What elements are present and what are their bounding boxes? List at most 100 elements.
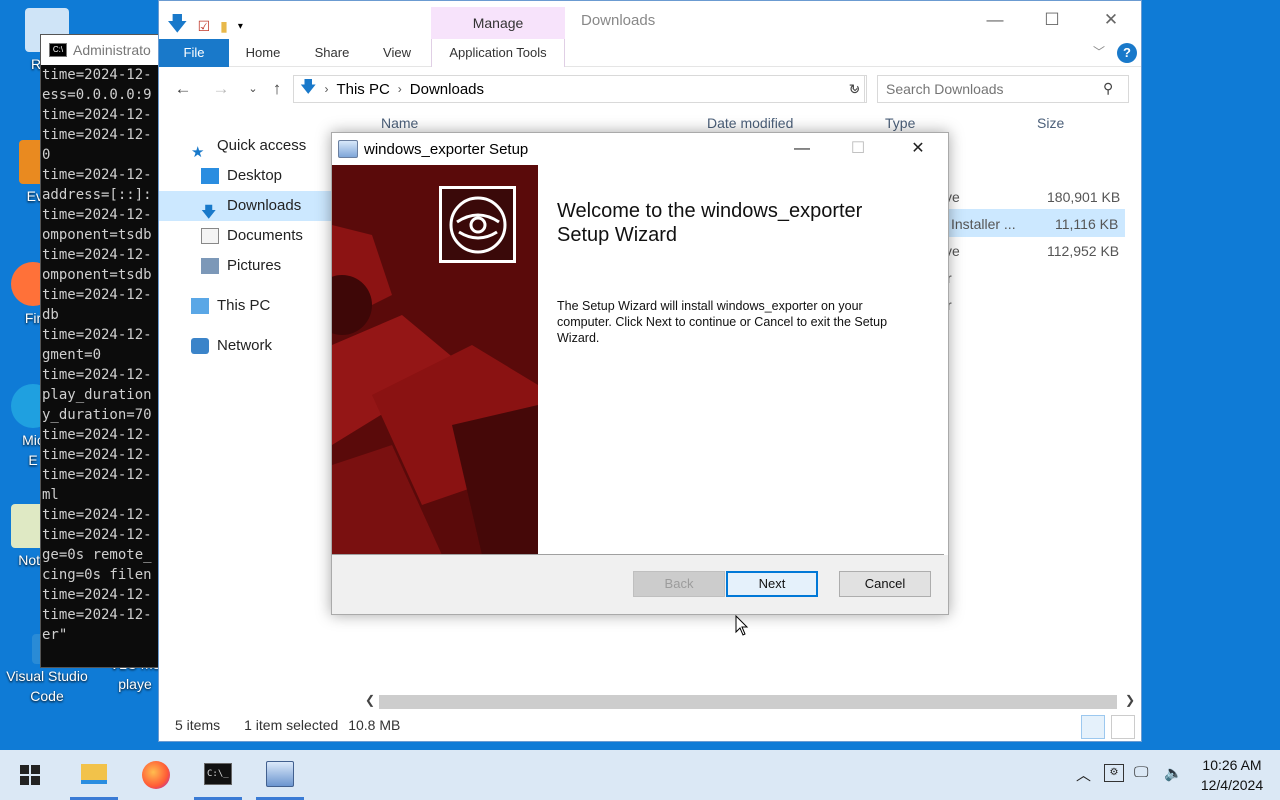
nav-label: Desktop <box>227 167 283 184</box>
wizard-description: The Setup Wizard will install windows_ex… <box>557 299 888 345</box>
properties-icon[interactable]: ☑ <box>198 18 211 35</box>
windows-logo-icon <box>20 765 40 785</box>
recent-locations-icon[interactable]: ⌄ <box>241 77 265 101</box>
taskbar-firefox[interactable] <box>132 750 180 800</box>
download-arrow-icon: 🡇 <box>201 204 217 221</box>
scroll-right-icon[interactable]: ❯ <box>1125 693 1135 707</box>
network-icon[interactable]: 🖵 <box>1134 764 1148 781</box>
next-button[interactable]: Next <box>726 571 818 597</box>
disc-logo <box>439 186 516 263</box>
console-icon: C:\ <box>49 43 67 57</box>
computer-icon <box>191 298 209 314</box>
console-title: Administrato <box>73 42 151 58</box>
column-header-type[interactable]: Type <box>885 115 915 131</box>
status-selection: 1 item selected 10.8 MB <box>244 717 400 733</box>
status-selected: 1 item selected <box>244 717 339 733</box>
nav-desktop[interactable]: Desktop <box>201 161 282 191</box>
wizard-banner <box>332 165 538 555</box>
taskbar-file-explorer[interactable] <box>70 750 118 800</box>
back-button: Back <box>633 571 725 597</box>
expand-ribbon-icon[interactable]: ﹀ <box>1093 43 1105 60</box>
network-icon <box>191 338 209 354</box>
nav-label: Network <box>217 337 273 354</box>
star-icon: ★ <box>191 144 205 161</box>
column-header-size[interactable]: Size <box>1037 115 1064 131</box>
new-folder-icon[interactable]: ▮ <box>220 18 228 35</box>
installer-icon <box>266 760 294 787</box>
dialog-close-button[interactable]: ✕ <box>898 137 938 161</box>
tray-app-icon[interactable]: ⚙ <box>1104 764 1124 782</box>
nav-this-pc[interactable]: This PC <box>191 291 270 321</box>
file-size-cell: 11,116 KB <box>1055 216 1119 232</box>
download-arrow-icon[interactable]: 🡇 <box>167 9 188 43</box>
dialog-minimize-button[interactable]: — <box>782 137 822 161</box>
dialog-title: windows_exporter Setup <box>364 140 529 158</box>
nav-quick-access[interactable]: ★ Quick access <box>191 131 306 161</box>
forward-arrow-icon[interactable]: → <box>209 77 233 101</box>
help-icon[interactable]: ? <box>1117 43 1137 63</box>
clock-time: 10:26 AM <box>1202 757 1262 773</box>
installer-icon <box>338 140 358 158</box>
back-arrow-icon[interactable]: ← <box>171 77 195 101</box>
chevron-right-icon: › <box>324 82 329 96</box>
clock[interactable]: 10:26 AM 12/4/2024 <box>1196 755 1268 795</box>
console-window[interactable]: C:\ Administrato time=2024-12- ess=0.0.0… <box>40 34 160 668</box>
console-titlebar[interactable]: C:\ Administrato <box>41 35 159 65</box>
console-icon: C:\_ <box>204 762 232 785</box>
scrollbar-thumb[interactable] <box>379 695 1117 709</box>
tab-home[interactable]: Home <box>235 39 291 67</box>
show-hidden-icons-chevron-up-icon[interactable]: ︿ <box>1076 764 1091 785</box>
search-input[interactable] <box>877 75 1129 103</box>
file-size-cell: 180,901 KB <box>1047 189 1121 205</box>
ribbon-tabs: File Home Share View Application Tools ﹀… <box>159 39 1141 67</box>
column-header-date-modified[interactable]: Date modified <box>707 115 793 131</box>
breadcrumb-this-pc[interactable]: This PC <box>336 81 389 98</box>
manage-context-tab[interactable]: Manage <box>431 7 565 39</box>
column-header-name[interactable]: Name <box>381 115 418 131</box>
nav-network[interactable]: Network <box>191 331 272 361</box>
firefox-icon <box>142 761 170 789</box>
file-type-cell: Installer ... <box>951 216 1016 232</box>
tab-application-tools[interactable]: Application Tools <box>431 39 565 67</box>
nav-label: This PC <box>217 297 271 314</box>
up-arrow-icon[interactable]: ↑ <box>265 77 289 101</box>
maximize-button[interactable]: ☐ <box>1032 7 1072 33</box>
file-size-cell: 112,952 KB <box>1047 243 1120 259</box>
taskbar: C:\_ ︿ ⚙ 🖵 🔈 10:26 AM 12/4/2024 <box>0 750 1280 800</box>
wizard-heading: Welcome to the windows_exporter Setup Wi… <box>557 200 863 246</box>
nav-label: Pictures <box>227 257 282 274</box>
details-view-icon[interactable] <box>1081 715 1105 739</box>
setup-wizard-dialog[interactable]: windows_exporter Setup — ☐ ✕ Welcome to … <box>331 132 949 615</box>
window-title: Downloads <box>581 12 656 29</box>
refresh-icon[interactable]: ↻ <box>843 75 867 103</box>
volume-muted-icon[interactable]: 🔈 <box>1164 764 1183 782</box>
scroll-left-icon[interactable]: ❮ <box>365 693 375 707</box>
nav-documents[interactable]: Documents <box>201 221 303 251</box>
nav-pictures[interactable]: Pictures <box>201 251 281 281</box>
nav-downloads[interactable]: 🡇 Downloads <box>159 191 335 221</box>
taskbar-setup[interactable] <box>256 750 304 800</box>
cancel-button[interactable]: Cancel <box>839 571 931 597</box>
nav-label: Downloads <box>227 197 302 214</box>
status-size: 10.8 MB <box>348 717 401 733</box>
breadcrumb-downloads[interactable]: Downloads <box>410 81 484 98</box>
close-button[interactable]: ✕ <box>1091 7 1131 33</box>
tab-file[interactable]: File <box>159 39 229 67</box>
minimize-button[interactable]: — <box>975 7 1015 33</box>
taskbar-command-prompt[interactable]: C:\_ <box>194 750 242 800</box>
explorer-titlebar[interactable]: 🡇 ☑ ▮ ▾ Manage Downloads — ☐ ✕ <box>159 1 1141 39</box>
customize-toolbar-icon[interactable]: ▾ <box>238 21 243 32</box>
navigation-pane: ★ Quick access Desktop 🡇 Downloads Docum… <box>159 125 335 685</box>
desktop-folder-icon <box>201 168 219 184</box>
start-button[interactable] <box>6 750 54 800</box>
nav-label: Quick access <box>217 137 307 154</box>
tab-view[interactable]: View <box>371 39 423 67</box>
disc-icon <box>449 196 506 253</box>
documents-icon <box>201 228 219 244</box>
address-bar[interactable]: 🡇 › This PC › Downloads ⌄ <box>293 75 865 103</box>
nav-label: Documents <box>227 227 303 244</box>
tab-share[interactable]: Share <box>305 39 359 67</box>
horizontal-scrollbar[interactable]: ❮ ❯ <box>359 691 1141 713</box>
large-icons-view-icon[interactable] <box>1111 715 1135 739</box>
desktop-icon-label: Visual Studio Code <box>6 668 88 704</box>
